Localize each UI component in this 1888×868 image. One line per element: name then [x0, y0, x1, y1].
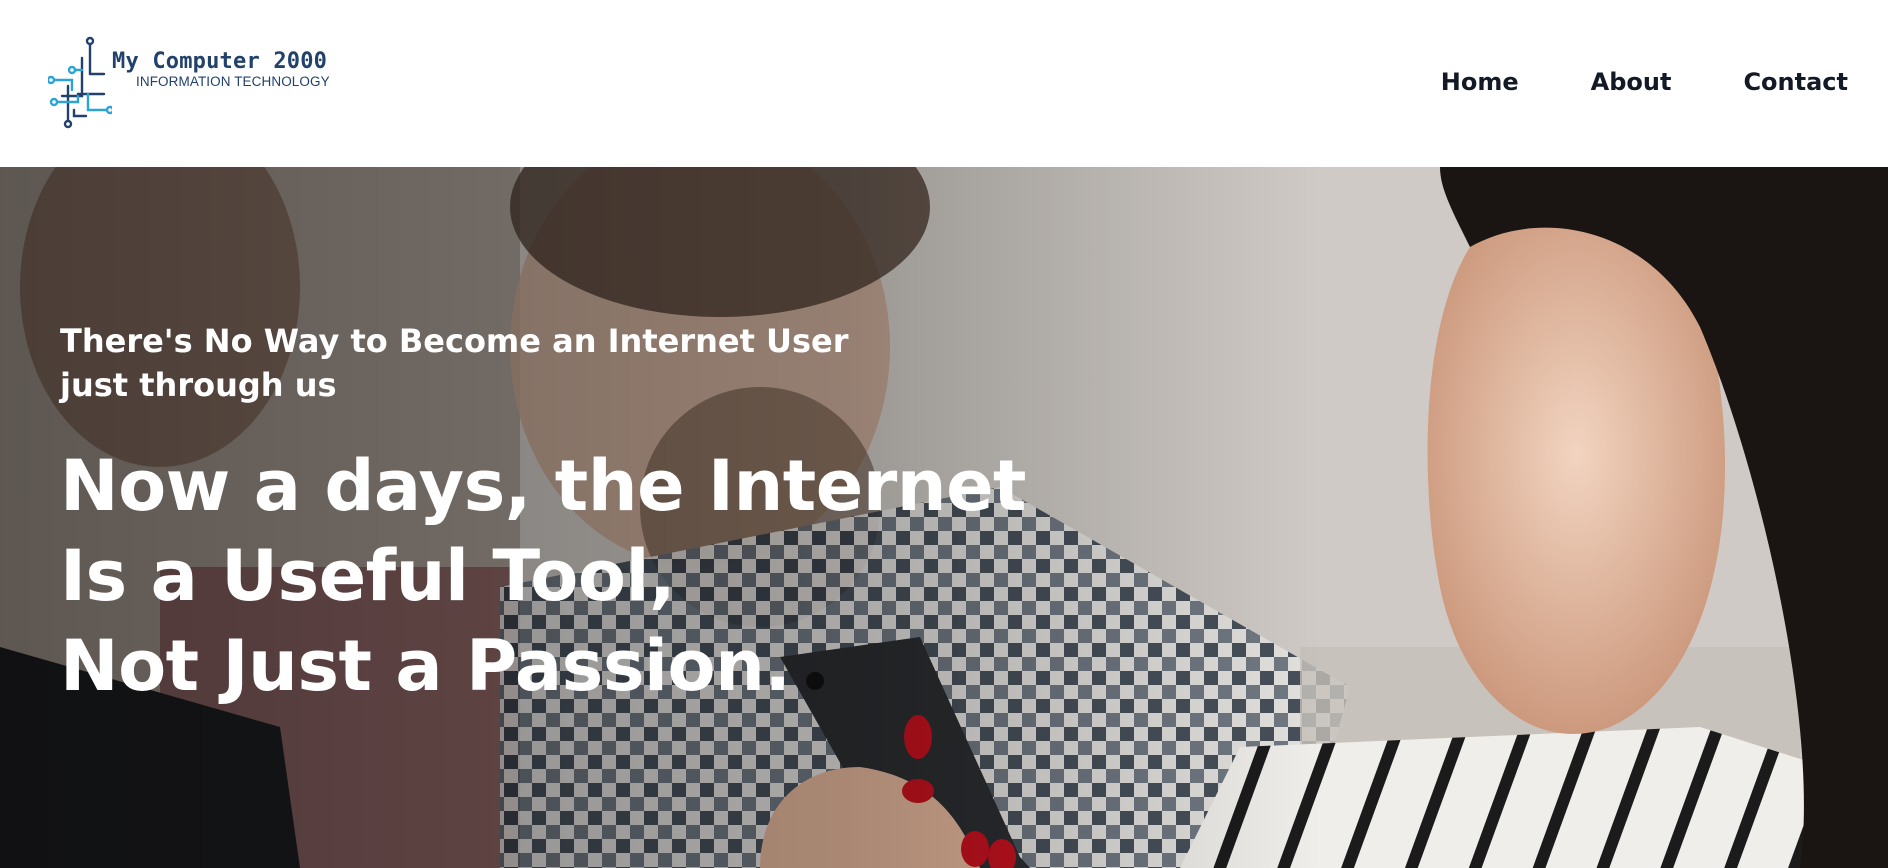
headline-line-2: Is a Useful Tool,: [60, 535, 676, 617]
site-header: My Computer 2000 INFORMATION TECHNOLOGY …: [0, 0, 1888, 167]
headline-line-1: Now a days, the Internet: [60, 445, 1027, 527]
hero-text: There's No Way to Become an Internet Use…: [60, 319, 1027, 711]
nav-about[interactable]: About: [1591, 68, 1672, 96]
logo-text: My Computer 2000 INFORMATION TECHNOLOGY: [112, 36, 330, 90]
logo-link[interactable]: My Computer 2000 INFORMATION TECHNOLOGY: [48, 36, 330, 132]
hero-section: There's No Way to Become an Internet Use…: [0, 167, 1888, 868]
main-nav: Home About Contact: [1369, 68, 1848, 96]
brand-name: My Computer 2000: [112, 49, 328, 74]
nav-home[interactable]: Home: [1441, 68, 1519, 96]
hero-kicker: There's No Way to Become an Internet Use…: [60, 322, 849, 404]
hero-headline: Now a days, the Internet Is a Useful Too…: [60, 441, 1027, 711]
brand-tagline: INFORMATION TECHNOLOGY: [136, 74, 330, 89]
nav-contact[interactable]: Contact: [1743, 68, 1848, 96]
headline-line-3: Not Just a Passion.: [60, 625, 791, 707]
circuit-icon: [48, 36, 112, 129]
